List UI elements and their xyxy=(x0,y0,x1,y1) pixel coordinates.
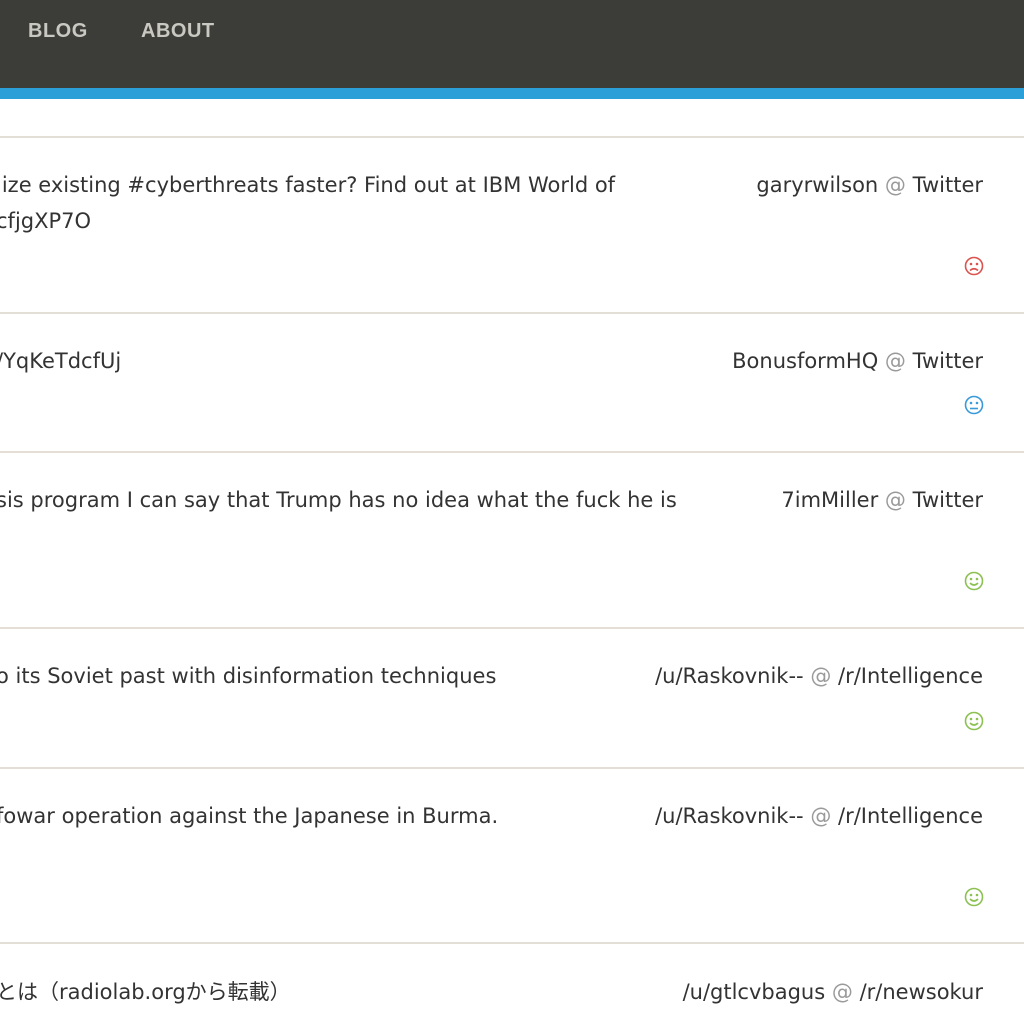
source-link[interactable]: Twitter xyxy=(913,349,983,373)
at-sign: @ xyxy=(810,804,832,828)
post-text-line: とは（radiolab.orgから転載） xyxy=(0,980,291,1004)
nav-link-blog[interactable]: BLOG xyxy=(28,20,88,43)
post-text[interactable]: /YqKeTdcfUj xyxy=(0,343,121,379)
post-text-line: cfjgXP7O xyxy=(0,209,92,233)
post-byline: BonusformHQ @ Twitter xyxy=(732,343,983,379)
feed-divider xyxy=(0,312,1024,314)
at-sign: @ xyxy=(831,980,853,1004)
feed-divider xyxy=(0,136,1024,138)
author-link[interactable]: /u/Raskovnik-- xyxy=(655,804,804,828)
author-link[interactable]: 7imMiller xyxy=(781,488,878,512)
post-text-line: sis program I can say that Trump has no … xyxy=(0,488,677,512)
source-link[interactable]: Twitter xyxy=(913,173,983,197)
author-link[interactable]: garyrwilson xyxy=(756,173,878,197)
at-sign: @ xyxy=(810,664,832,688)
source-link[interactable]: Twitter xyxy=(913,488,983,512)
source-link[interactable]: /r/Intelligence xyxy=(838,664,983,688)
frown-icon xyxy=(964,256,984,276)
author-link[interactable]: /u/gtlcvbagus xyxy=(683,980,826,1004)
post-byline: 7imMiller @ Twitter xyxy=(781,482,983,518)
feed-divider xyxy=(0,767,1024,769)
post-text[interactable]: o its Soviet past with disinformation te… xyxy=(0,658,496,694)
post-text-line: o its Soviet past with disinformation te… xyxy=(0,664,497,688)
nav-link-about[interactable]: ABOUT xyxy=(141,20,215,43)
author-link[interactable]: /u/Raskovnik-- xyxy=(655,664,804,688)
neutral-face-icon xyxy=(964,395,984,415)
source-link[interactable]: /r/newsokur xyxy=(860,980,983,1004)
feed-divider xyxy=(0,627,1024,629)
smile-icon xyxy=(964,711,984,731)
post-text-line: /YqKeTdcfUj xyxy=(0,349,122,373)
navbar-accent-bar xyxy=(0,88,1024,99)
post-byline: /u/Raskovnik-- @ /r/Intelligence xyxy=(655,658,983,694)
post-byline: /u/gtlcvbagus @ /r/newsokur xyxy=(683,974,983,1010)
at-sign: @ xyxy=(884,488,906,512)
feed-divider xyxy=(0,451,1024,453)
post-text-line: lize existing #cyberthreats faster? Find… xyxy=(0,173,616,197)
at-sign: @ xyxy=(884,173,906,197)
post-byline: garyrwilson @ Twitter xyxy=(756,167,983,203)
post-text-line: fowar operation against the Japanese in … xyxy=(0,804,499,828)
smile-icon xyxy=(964,887,984,907)
source-link[interactable]: /r/Intelligence xyxy=(838,804,983,828)
post-text[interactable]: sis program I can say that Trump has no … xyxy=(0,482,677,518)
post-text[interactable]: とは（radiolab.orgから転載） xyxy=(0,974,291,1010)
at-sign: @ xyxy=(884,349,906,373)
post-byline: /u/Raskovnik-- @ /r/Intelligence xyxy=(655,798,983,834)
top-navbar: BLOG ABOUT xyxy=(0,0,1024,88)
smile-icon xyxy=(964,571,984,591)
post-text[interactable]: fowar operation against the Japanese in … xyxy=(0,798,498,834)
feed-divider xyxy=(0,942,1024,944)
post-text[interactable]: lize existing #cyberthreats faster? Find… xyxy=(0,167,615,239)
author-link[interactable]: BonusformHQ xyxy=(732,349,878,373)
